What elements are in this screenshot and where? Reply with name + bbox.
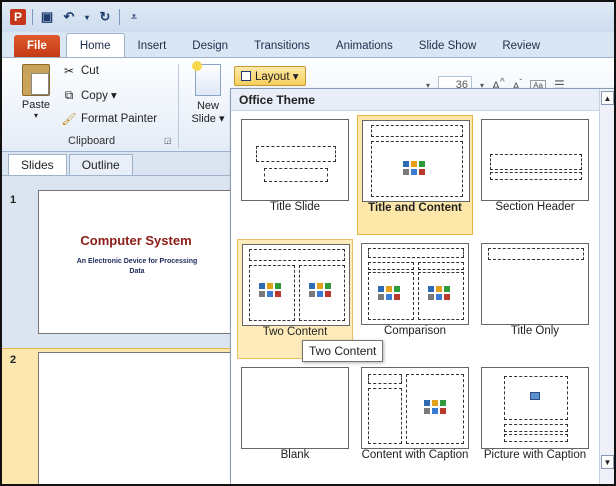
paste-label: Paste	[21, 99, 51, 111]
paintbrush-icon: 🖌	[61, 112, 77, 126]
tab-outline[interactable]: Outline	[68, 154, 133, 175]
slide-thumbnail-1[interactable]: Computer System An Electronic Device for…	[38, 190, 234, 334]
layout-button[interactable]: Layout ▾	[234, 66, 306, 86]
clipboard-group-label: Clipboard	[68, 135, 116, 147]
qat-separator	[119, 9, 120, 25]
slide-title: Computer System	[80, 233, 192, 248]
clipboard-dialog-launcher-icon[interactable]: ◲	[164, 136, 172, 145]
layout-tooltip: Two Content	[302, 340, 384, 362]
picture-placeholder-icon	[530, 392, 540, 400]
tab-review[interactable]: Review	[489, 35, 553, 57]
powerpoint-logo-icon[interactable]: P	[10, 9, 26, 25]
copy-label: Copy ▾	[81, 90, 117, 102]
tab-slide-show[interactable]: Slide Show	[406, 35, 490, 57]
layout-title-only[interactable]: Title Only	[477, 239, 593, 359]
layout-preview	[362, 120, 470, 202]
layout-gallery: Office Theme ▲ ▼ Title Slide Title and C…	[230, 88, 614, 484]
slide-thumbnail-2[interactable]	[38, 352, 234, 484]
content-placeholder-icon	[428, 286, 454, 302]
qat-separator	[32, 9, 33, 25]
layout-preview	[481, 243, 589, 325]
tab-slides[interactable]: Slides	[8, 154, 67, 175]
layout-label: Blank	[280, 449, 310, 461]
cut-button[interactable]: ✂ Cut	[62, 64, 99, 78]
layout-preview	[241, 367, 349, 449]
content-placeholder-icon	[403, 161, 429, 177]
layout-icon	[241, 71, 251, 81]
layout-label: Content with Caption	[361, 449, 469, 461]
format-painter-label: Format Painter	[81, 113, 158, 125]
content-placeholder-icon	[424, 400, 450, 416]
layout-label: Two Content	[262, 326, 328, 338]
layout-preview	[241, 119, 349, 201]
tab-home[interactable]: Home	[65, 33, 125, 57]
layout-title-and-content[interactable]: Title and Content	[357, 115, 473, 235]
gallery-header: Office Theme	[231, 89, 614, 111]
slide-number: 1	[10, 194, 17, 206]
layout-preview	[361, 367, 469, 449]
tab-design[interactable]: Design	[179, 35, 241, 57]
powerpoint-window: P ▣ ↶ ▾ ↻ ⩡ File Home Insert Design Tran…	[0, 0, 616, 486]
scissors-icon: ✂	[63, 64, 75, 78]
layout-label: Section Header	[495, 201, 575, 213]
layout-label: Title Only	[510, 325, 560, 337]
layout-blank[interactable]: Blank	[237, 363, 353, 483]
group-separator	[178, 64, 179, 148]
new-slide-button[interactable]: New Slide ▾	[186, 61, 230, 125]
scroll-down-icon[interactable]: ▼	[601, 455, 614, 469]
new-slide-icon	[192, 61, 221, 96]
layout-preview	[361, 243, 469, 325]
undo-dropdown-icon[interactable]: ▾	[83, 9, 91, 25]
copy-icon: ⧉	[64, 87, 74, 102]
undo-icon[interactable]: ↶	[61, 9, 77, 25]
quick-access-toolbar: P ▣ ↶ ▾ ↻ ⩡	[2, 2, 614, 32]
layout-title-slide[interactable]: Title Slide	[237, 115, 353, 235]
customize-qat-icon[interactable]: ⩡	[126, 9, 142, 25]
cut-label: Cut	[81, 65, 99, 77]
pane-tabs: Slides Outline	[2, 152, 234, 176]
layout-preview	[242, 244, 350, 326]
tab-transitions[interactable]: Transitions	[241, 35, 323, 57]
slides-pane: Slides Outline 1 Computer System An Elec…	[2, 152, 234, 484]
ribbon-tabs: File Home Insert Design Transitions Anim…	[2, 32, 614, 58]
layout-preview	[481, 367, 589, 449]
layout-label: Title Slide	[269, 201, 321, 213]
layout-section-header[interactable]: Section Header	[477, 115, 593, 235]
layout-picture-with-caption[interactable]: Picture with Caption	[477, 363, 593, 483]
layout-preview	[481, 119, 589, 201]
layout-content-with-caption[interactable]: Content with Caption	[357, 363, 473, 483]
paste-icon	[22, 64, 50, 96]
format-painter-button[interactable]: 🖌 Format Painter	[61, 112, 158, 126]
paste-button[interactable]: Paste ▾	[16, 64, 56, 130]
tab-insert[interactable]: Insert	[125, 35, 180, 57]
layout-label: Title and Content	[368, 202, 462, 214]
save-icon[interactable]: ▣	[39, 9, 55, 25]
slide-number: 2	[10, 354, 17, 366]
copy-button[interactable]: ⧉ Copy ▾	[62, 87, 117, 103]
tab-file[interactable]: File	[14, 35, 60, 57]
gallery-scrollbar[interactable]: ▲ ▼	[599, 89, 614, 484]
new-slide-label-1: New	[196, 100, 219, 112]
tab-animations[interactable]: Animations	[323, 35, 406, 57]
content-placeholder-icon	[309, 283, 335, 299]
layout-label: Picture with Caption	[483, 449, 587, 461]
new-slide-label-2: Slide ▾	[191, 113, 225, 125]
slide-subtitle: An Electronic Device for Processing Data	[76, 258, 198, 275]
paste-dropdown-icon[interactable]: ▾	[16, 111, 56, 120]
content-placeholder-icon	[378, 286, 404, 302]
layout-label: Layout ▾	[255, 71, 299, 83]
content-placeholder-icon	[259, 283, 285, 299]
scroll-up-icon[interactable]: ▲	[601, 91, 614, 105]
redo-icon[interactable]: ↻	[97, 9, 113, 25]
layout-label: Comparison	[384, 325, 446, 337]
